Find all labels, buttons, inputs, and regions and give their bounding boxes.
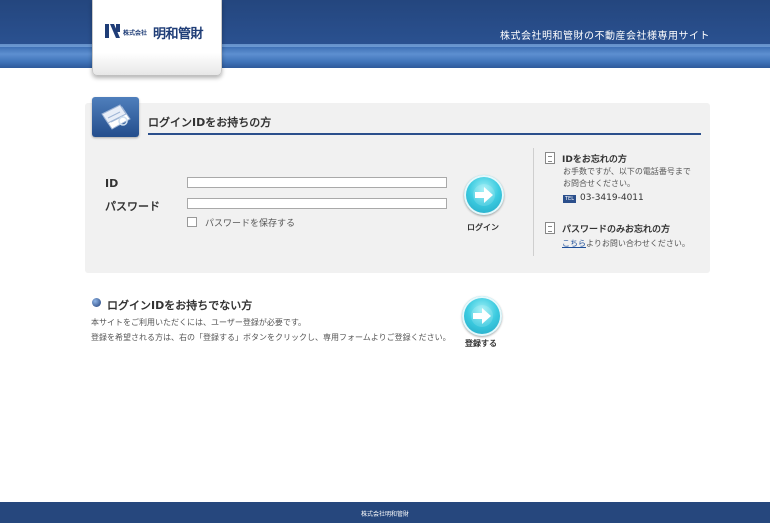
password-label: パスワード (105, 200, 160, 213)
remember-password-checkbox[interactable] (187, 217, 197, 227)
register-button-label[interactable]: 登録する (465, 338, 497, 349)
document-icon (545, 222, 555, 234)
remember-password-label: パスワードを保存する (205, 219, 296, 229)
arrow-right-icon (473, 184, 495, 206)
panel-divider (533, 148, 534, 256)
id-input[interactable] (187, 177, 447, 188)
login-button[interactable] (464, 175, 504, 215)
footer-text: 株式会社明和管財 (360, 511, 409, 518)
register-button[interactable] (462, 296, 502, 336)
forgot-password-link[interactable]: こちら (562, 239, 586, 248)
arrow-right-icon (471, 305, 493, 327)
id-label: ID (105, 177, 119, 190)
password-input[interactable] (187, 198, 447, 209)
login-button-label[interactable]: ログイン (467, 222, 499, 233)
documents-icon-graphic (101, 104, 131, 130)
logo-big-text: 明和管財 (153, 27, 204, 42)
footer: 株式会社明和管財 (0, 502, 770, 523)
forgot-id-text-2: お問合せください。 (563, 179, 635, 188)
logo-mark-icon (105, 24, 120, 38)
bullet-icon (92, 298, 101, 307)
forgot-password-text: よりお問い合わせください。 (586, 239, 690, 248)
register-title: ログインIDをお持ちでない方 (107, 299, 253, 312)
documents-icon (92, 97, 139, 137)
forgot-password-line: こちらよりお問い合わせください。 (562, 238, 690, 250)
tel-number: 03-3419-4011 (580, 193, 644, 203)
logo-small-text: 株式会社 (123, 30, 148, 37)
logo[interactable]: 株式会社 明和管財 (92, 0, 222, 76)
forgot-id-text-1: お手数ですが、以下の電話番号まで (563, 167, 691, 176)
tel-badge: TEL (563, 195, 576, 203)
login-panel-title: ログインIDをお持ちの方 (148, 116, 272, 129)
header-tagline: 株式会社明和管財の不動産会社様専用サイト (500, 31, 710, 42)
register-text-2: 登録を希望される方は、右の「登録する」ボタンをクリックし、専用フォームよりご登録… (91, 333, 451, 342)
document-icon (545, 152, 555, 164)
forgot-id-title: IDをお忘れの方 (562, 155, 627, 165)
register-text-1: 本サイトをご利用いただくには、ユーザー登録が必要です。 (91, 318, 307, 327)
forgot-password-title: パスワードのみお忘れの方 (562, 225, 671, 235)
login-panel-rule (148, 133, 701, 135)
